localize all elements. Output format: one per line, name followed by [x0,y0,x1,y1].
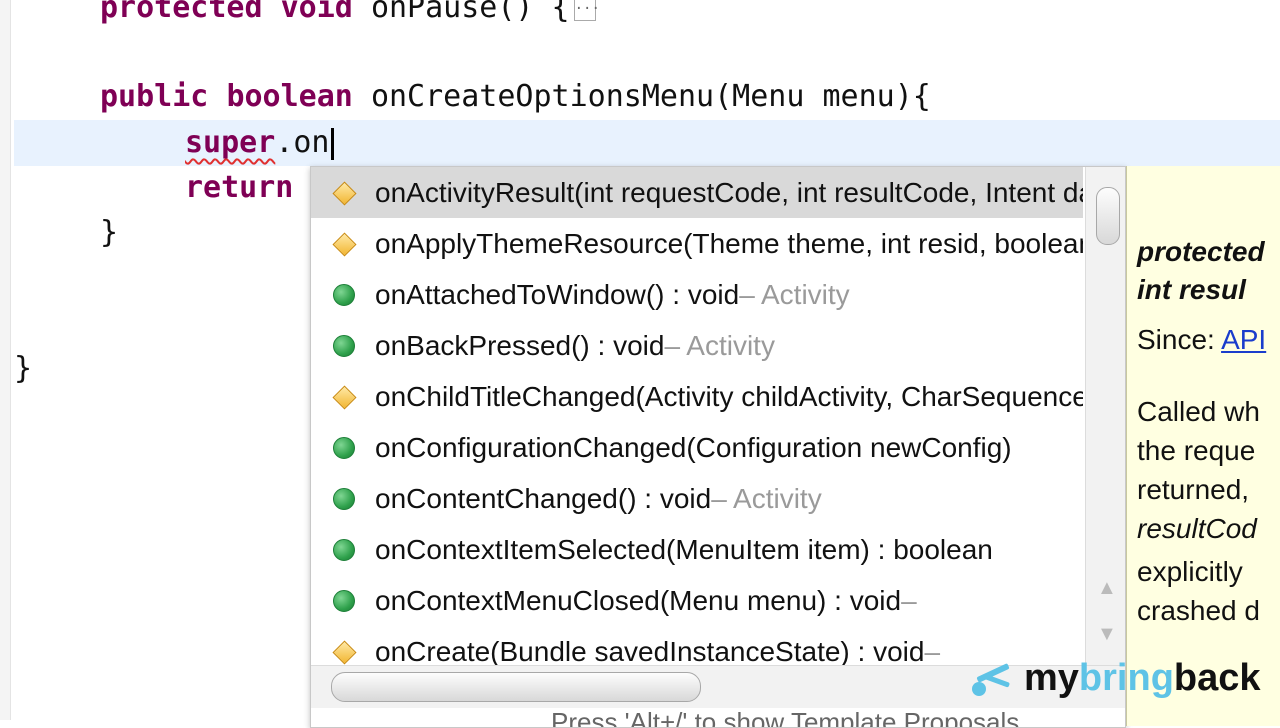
proposal-owner: – Activity [739,278,850,310]
public-method-icon [333,334,355,357]
proposal-item[interactable]: onChildTitleChanged(Activity childActivi… [311,371,1083,422]
code-text: .on [275,125,330,160]
doc-since: Since: API [1137,324,1266,356]
text-cursor [330,127,334,160]
public-method-icon [333,436,355,459]
editor-gutter [0,0,11,720]
protected-method-icon [333,386,355,408]
keyword: return [185,170,294,205]
public-method-icon [333,487,355,510]
doc-text: Called wh [1137,396,1260,427]
doc-text: resultCod [1137,513,1257,544]
code-text: onPause() { [370,0,570,25]
proposal-owner: – Activity [664,329,775,361]
doc-text: crashed d [1137,595,1260,626]
code-line-oncreateoptionsmenu[interactable]: public boolean onCreateOptionsMenu(Menu … [100,77,931,117]
keyword: boolean [226,79,353,114]
proposal-signature: onContextMenuClosed(Menu menu) : void [375,584,902,616]
proposal-item[interactable]: onApplyThemeResource(Theme theme, int re… [311,218,1083,269]
proposal-item[interactable]: onActivityResult(int requestCode, int re… [311,167,1083,218]
doc-since-label: Since: [1137,324,1222,355]
proposal-signature: onChildTitleChanged(Activity childActivi… [375,380,1083,412]
code-line-onpause[interactable]: protected void onPause() {... [100,0,600,28]
proposal-signature: onAttachedToWindow() : void [375,278,740,310]
protected-method-icon [333,641,355,663]
code-line-class-close-brace[interactable]: } [14,349,32,389]
proposal-signature: onContentChanged() : void [375,482,712,514]
proposal-owner: – [924,635,941,666]
proposal-signature: onContextItemSelected(MenuItem item) : b… [375,533,993,565]
doc-text: the reque [1137,435,1256,466]
vertical-scrollbar[interactable]: ▲ ▼ [1085,167,1125,665]
public-method-icon [333,283,355,306]
content-assist-popup[interactable]: onActivityResult(int requestCode, int re… [310,166,1126,728]
proposal-owner: – [901,584,917,616]
proposal-item[interactable]: onConfigurationChanged(Configuration new… [311,422,1083,473]
keyword: void [280,0,353,25]
scrollbar-thumb[interactable] [1096,187,1120,245]
proposal-signature: onCreate(Bundle savedInstanceState) : vo… [375,635,925,666]
public-method-icon [333,538,355,561]
watermark-text: my [1024,656,1079,699]
protected-method-icon [333,233,355,255]
api-level-link[interactable]: API [1221,324,1266,355]
doc-signature-line: protected [1137,236,1265,267]
keyword: protected [100,0,263,25]
proposal-item[interactable]: onBackPressed() : void – Activity [311,320,1083,371]
proposal-signature: onApplyThemeResource(Theme theme, int re… [375,227,1083,259]
error-keyword: super [185,125,276,160]
watermark-text: back [1173,656,1261,699]
proposal-signature: onBackPressed() : void [375,329,665,361]
public-method-icon [333,589,355,612]
proposal-signature: onConfigurationChanged(Configuration new… [375,431,1012,463]
protected-method-icon [333,182,355,204]
assist-status-text: Press 'Alt+/' to show Template Proposals [551,707,1020,728]
watermark-logo: my bring back [968,656,1261,700]
doc-text: explicitly [1137,556,1243,587]
scrollbar-thumb[interactable] [331,672,701,702]
proposal-item[interactable]: onContentChanged() : void – Activity [311,473,1083,524]
proposal-owner: – Activity [711,482,822,514]
javadoc-hover-panel: protected int resul Since: API Called wh… [1126,166,1280,726]
proposal-list[interactable]: onActivityResult(int requestCode, int re… [311,167,1083,665]
code-text: onCreateOptionsMenu(Menu menu){ [370,79,931,114]
watermark-text: bring [1078,656,1174,699]
scroll-down-arrow-icon[interactable]: ▼ [1097,623,1117,646]
proposal-item[interactable]: onAttachedToWindow() : void – Activity [311,269,1083,320]
scroll-up-arrow-icon[interactable]: ▲ [1097,577,1117,600]
proposal-signature: onActivityResult(int requestCode, int re… [375,176,1083,208]
code-line-method-close-brace[interactable]: } [100,213,118,253]
bird-logo-icon [968,656,1020,700]
folded-code-icon[interactable]: ... [573,0,600,21]
doc-signature-line: int resul [1137,274,1246,305]
doc-text: returned, [1137,474,1250,505]
proposal-item[interactable]: onContextMenuClosed(Menu menu) : void – [311,575,1083,626]
proposal-item[interactable]: onContextItemSelected(MenuItem item) : b… [311,524,1083,575]
keyword: public [100,79,209,114]
code-line-return[interactable]: return [185,168,293,208]
code-line-super-call[interactable]: super.on [185,123,334,163]
